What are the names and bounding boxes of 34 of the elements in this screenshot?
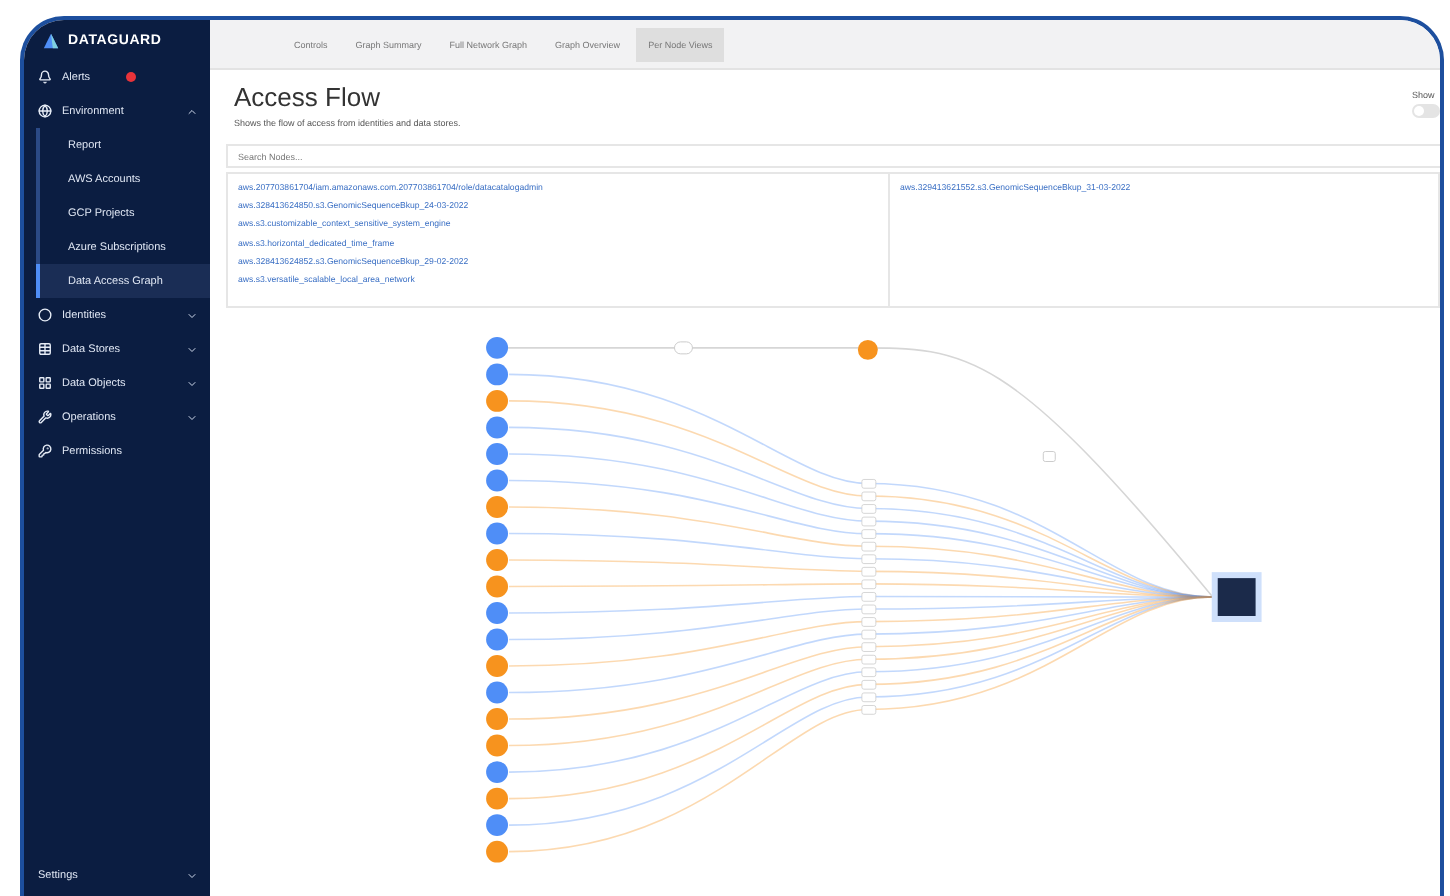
target-node[interactable] [1211,572,1262,622]
show-toggle[interactable] [1412,104,1440,118]
graph-node[interactable] [486,814,509,837]
graph-node[interactable] [486,416,509,439]
graph-node[interactable] [486,389,509,412]
circle-icon [38,308,52,322]
graph-node[interactable] [486,602,509,624]
graph-node[interactable] [486,549,509,571]
grid-icon [38,376,52,390]
graph-node[interactable] [486,840,509,863]
graph-node[interactable] [486,655,509,677]
globe-icon [38,104,52,118]
edge-label-tag [1042,451,1056,462]
graph-node[interactable] [486,522,509,545]
graph-node[interactable] [486,761,509,784]
graph-node[interactable] [486,336,509,359]
graph-node[interactable] [486,734,509,757]
graph-node[interactable] [486,363,509,386]
graph-node[interactable] [486,469,509,492]
graph-node[interactable] [486,628,509,651]
bell-icon [38,70,52,84]
graph-node[interactable] [486,442,509,465]
graph-node[interactable] [486,681,509,704]
graph-node[interactable] [486,708,509,731]
table-icon [38,342,52,356]
graph-node[interactable] [486,575,509,598]
graph-node[interactable] [857,339,878,360]
page-title: Access Flow [234,82,382,112]
edge-label-tag [674,341,693,355]
key-icon [38,444,52,458]
wrench-icon [38,410,52,424]
graph-node[interactable] [486,787,509,810]
graph-node[interactable] [486,496,509,518]
logo-icon [42,32,60,50]
